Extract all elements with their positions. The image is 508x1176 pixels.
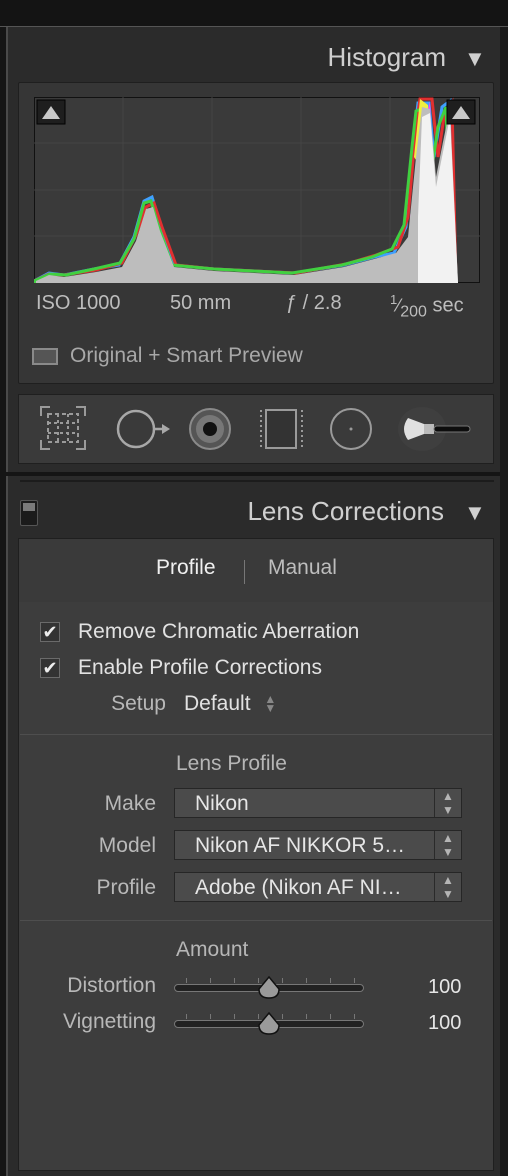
remove-ca-checkbox[interactable]: ✔ bbox=[40, 622, 60, 642]
spot-removal-icon[interactable] bbox=[112, 404, 174, 454]
tab-divider bbox=[244, 560, 245, 584]
iso-value: ISO 1000 bbox=[36, 292, 121, 314]
make-stepper-icon: ▲ ▼ bbox=[434, 789, 461, 817]
lens-corrections-title[interactable]: Lens Corrections bbox=[200, 496, 444, 527]
distortion-slider-thumb[interactable] bbox=[257, 976, 281, 1000]
highlight-clipping-button[interactable] bbox=[447, 100, 475, 124]
graduated-filter-icon[interactable] bbox=[258, 404, 306, 454]
distortion-label: Distortion bbox=[67, 974, 156, 997]
lens-corrections-tabs bbox=[18, 538, 494, 604]
vignetting-value[interactable]: 100 bbox=[428, 1012, 461, 1035]
shadow-clipping-button[interactable] bbox=[37, 100, 65, 124]
divider bbox=[20, 734, 492, 735]
top-bar bbox=[0, 0, 508, 27]
smart-preview-status: Original + Smart Preview bbox=[32, 344, 303, 368]
aperture-value: ƒ / 2.8 bbox=[286, 292, 342, 314]
enable-profile-label[interactable]: Enable Profile Corrections bbox=[78, 656, 322, 680]
histogram-collapse-icon[interactable]: ▼ bbox=[464, 46, 486, 72]
remove-ca-label[interactable]: Remove Chromatic Aberration bbox=[78, 620, 359, 644]
model-dropdown[interactable]: Nikon AF NIKKOR 5… ▲ ▼ bbox=[174, 830, 462, 860]
focal-length-value: 50 mm bbox=[170, 292, 232, 314]
profile-stepper-icon: ▲ ▼ bbox=[434, 873, 461, 901]
profile-label: Profile bbox=[96, 876, 156, 899]
smart-preview-icon bbox=[32, 347, 58, 365]
lens-corrections-collapse-icon[interactable]: ▼ bbox=[464, 500, 486, 526]
model-label: Model bbox=[98, 834, 156, 857]
shutter-speed-value: 1⁄200 sec bbox=[390, 292, 464, 321]
setup-dropdown[interactable]: Default ▲ ▼ bbox=[184, 692, 276, 716]
crop-overlay-icon[interactable] bbox=[38, 404, 88, 452]
setup-value: Default bbox=[184, 692, 251, 715]
make-label: Make bbox=[104, 792, 156, 815]
divider bbox=[20, 920, 492, 921]
setup-label: Setup bbox=[111, 692, 166, 715]
panel-scrollbar[interactable] bbox=[500, 27, 508, 1176]
panel-separator-line bbox=[20, 480, 494, 482]
model-value: Nikon AF NIKKOR 5… bbox=[195, 834, 406, 857]
red-eye-icon[interactable] bbox=[186, 404, 236, 454]
shutter-unit: sec bbox=[432, 294, 464, 317]
radial-filter-icon[interactable] bbox=[326, 404, 376, 454]
make-value: Nikon bbox=[195, 792, 249, 815]
model-stepper-icon: ▲ ▼ bbox=[434, 831, 461, 859]
lens-profile-heading: Lens Profile bbox=[176, 752, 287, 775]
adjustment-brush-icon[interactable] bbox=[396, 404, 476, 454]
make-dropdown[interactable]: Nikon ▲ ▼ bbox=[174, 788, 462, 818]
vignetting-label: Vignetting bbox=[62, 1010, 156, 1033]
amount-heading: Amount bbox=[176, 938, 249, 961]
enable-profile-checkbox[interactable]: ✔ bbox=[40, 658, 60, 678]
tab-manual[interactable]: Manual bbox=[268, 556, 337, 580]
histogram-title[interactable]: Histogram bbox=[250, 42, 446, 73]
tab-profile[interactable]: Profile bbox=[156, 556, 216, 580]
distortion-value[interactable]: 100 bbox=[428, 976, 461, 999]
histogram-graph[interactable] bbox=[34, 97, 480, 283]
panel-separator bbox=[6, 472, 500, 476]
lens-corrections-switch[interactable] bbox=[20, 500, 38, 526]
profile-dropdown[interactable]: Adobe (Nikon AF NI… ▲ ▼ bbox=[174, 872, 462, 902]
preview-status-text: Original + Smart Preview bbox=[70, 344, 303, 367]
left-edge-line bbox=[6, 27, 8, 1176]
shutter-denominator: 200 bbox=[400, 303, 427, 321]
profile-value: Adobe (Nikon AF NI… bbox=[195, 876, 402, 899]
setup-stepper-icon: ▲ ▼ bbox=[264, 692, 277, 716]
vignetting-slider-thumb[interactable] bbox=[257, 1012, 281, 1036]
